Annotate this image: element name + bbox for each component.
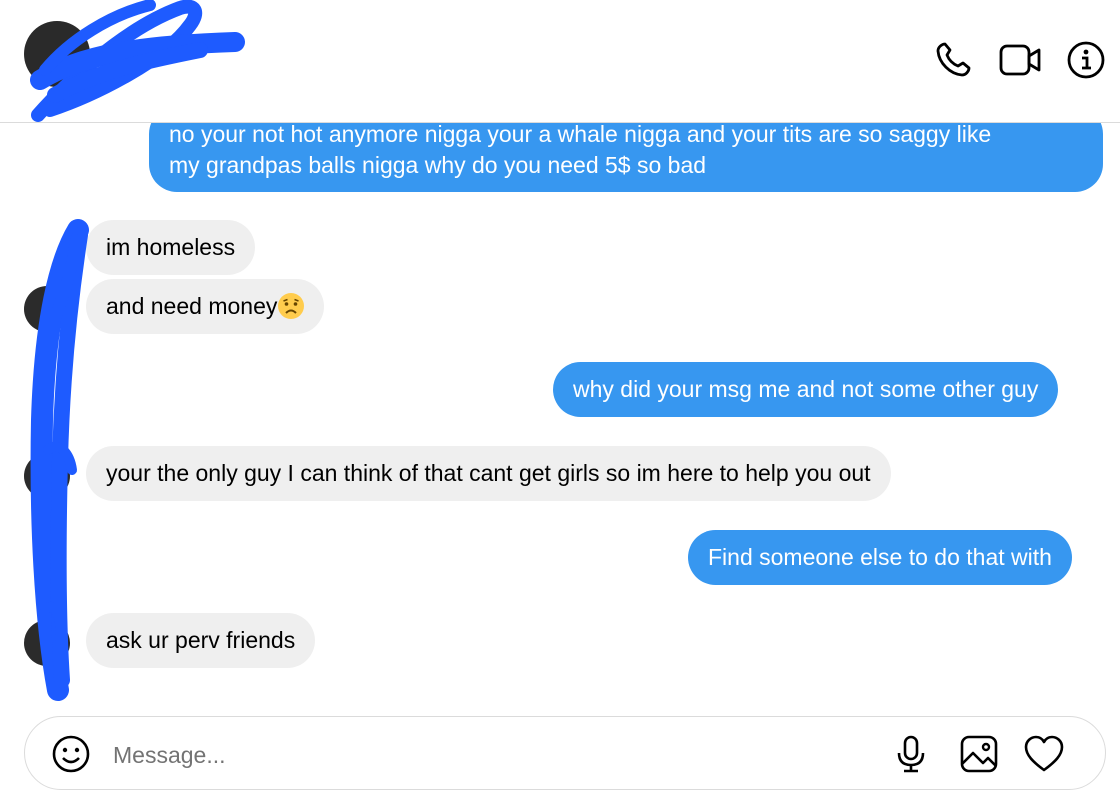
- message-text: ask ur perv friends: [106, 627, 296, 653]
- incoming-message: and need money: [86, 279, 325, 334]
- message-composer: [24, 716, 1106, 790]
- message-text: and need money: [106, 293, 278, 319]
- message-text: why did your msg me and not some other g…: [573, 376, 1039, 402]
- message-text: Find someone else to do that with: [708, 544, 1052, 570]
- sender-avatar[interactable]: [24, 620, 70, 666]
- message-line: my grandpas balls nigga why do you need …: [169, 152, 707, 178]
- outgoing-message: why did your msg me and not some other g…: [553, 362, 1059, 417]
- outgoing-message: Find someone else to do that with: [688, 530, 1072, 585]
- incoming-message: ask ur perv friends: [86, 613, 316, 668]
- message-text: im homeless: [106, 234, 236, 260]
- heart-icon[interactable]: [1023, 734, 1064, 774]
- incoming-message: im homeless: [86, 220, 256, 275]
- chat-header: [0, 0, 1120, 123]
- disappointed-face-icon: [278, 293, 305, 319]
- phone-icon[interactable]: [933, 40, 973, 80]
- image-icon[interactable]: [959, 734, 999, 774]
- incoming-message: your the only guy I can think of that ca…: [86, 446, 891, 501]
- message-text: your the only guy I can think of that ca…: [106, 460, 871, 486]
- info-icon[interactable]: [1066, 40, 1106, 80]
- emoji-icon[interactable]: [51, 734, 91, 774]
- microphone-icon[interactable]: [891, 734, 931, 774]
- message-line: no your not hot anymore nigga your a wha…: [169, 121, 992, 147]
- contact-avatar[interactable]: [24, 21, 90, 87]
- sender-avatar[interactable]: [24, 453, 70, 499]
- message-input[interactable]: [111, 735, 875, 775]
- sender-avatar[interactable]: [24, 286, 70, 332]
- video-call-icon[interactable]: [999, 40, 1041, 80]
